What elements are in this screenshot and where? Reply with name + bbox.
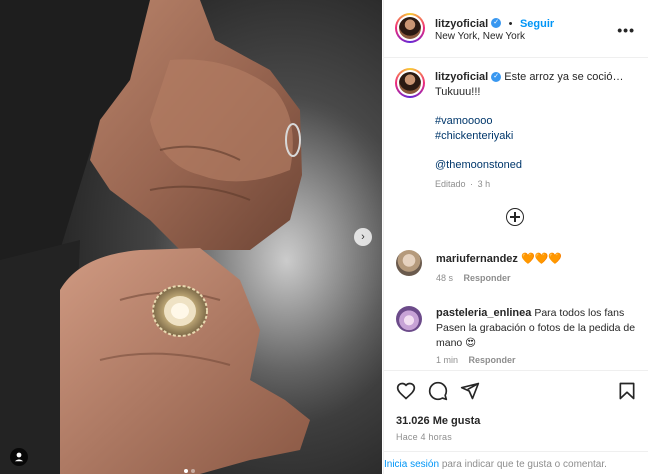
comment-username[interactable]: mariufernandez — [436, 253, 518, 265]
caption-time: 3 h — [477, 179, 491, 189]
chevron-right-icon: › — [361, 231, 365, 243]
reply-button[interactable]: Responder — [469, 355, 516, 365]
photo-hands-with-ring — [0, 0, 382, 474]
caption-avatar[interactable] — [395, 68, 425, 98]
carousel-next-button[interactable]: › — [354, 228, 372, 246]
post-photo[interactable]: › — [0, 0, 382, 474]
comment-avatar[interactable] — [396, 250, 422, 276]
mention-link[interactable]: @themoonstoned — [435, 158, 635, 173]
engagement-ring — [152, 285, 208, 337]
comment-icon[interactable] — [428, 381, 448, 401]
verified-badge-icon: ✓ — [491, 72, 502, 83]
comment-time: 48 s — [436, 273, 454, 283]
login-link[interactable]: Inicia sesión — [384, 459, 439, 470]
carousel-dot-active — [184, 469, 188, 473]
comment-meta: 1 min Responder — [436, 355, 516, 365]
avatar[interactable] — [395, 13, 425, 43]
user-tag-button[interactable] — [10, 448, 28, 466]
carousel-dots — [184, 460, 198, 474]
post-timestamp: Hace 4 horas — [396, 432, 452, 442]
comment-meta: 48 s Responder — [436, 273, 511, 283]
heart-icon[interactable] — [396, 381, 416, 401]
separator-dot: • — [508, 18, 513, 30]
hashtag-link[interactable]: #vamooooo — [435, 114, 635, 129]
comment-time: 1 min — [436, 355, 459, 365]
bookmark-icon[interactable] — [617, 381, 637, 401]
comment-username[interactable]: pasteleria_enlinea — [436, 307, 531, 319]
comment-text: 🧡🧡🧡 — [520, 253, 563, 265]
login-prompt-bar: Inicia sesión para indicar que te gusta … — [384, 451, 648, 476]
reply-button[interactable]: Responder — [464, 273, 511, 283]
user-icon — [14, 452, 24, 462]
more-options-icon[interactable]: ••• — [617, 22, 635, 38]
edited-label: Editado — [435, 179, 466, 189]
load-more-comments-button[interactable] — [506, 208, 524, 226]
caption: litzyoficial ✓ Este arroz ya se coció… Tu… — [435, 70, 635, 189]
follow-button[interactable]: Seguir — [520, 18, 554, 30]
post-header: litzyoficial ✓ • Seguir New York, New Yor… — [384, 0, 648, 58]
carousel-dot — [191, 469, 195, 473]
comments-section: litzyoficial ✓ Este arroz ya se coció… Tu… — [384, 58, 648, 370]
post-actions: 31.026 Me gusta Hace 4 horas Inicia sesi… — [384, 370, 648, 475]
comment-avatar[interactable] — [396, 306, 422, 332]
likes-count[interactable]: 31.026 Me gusta — [396, 415, 480, 427]
hashtag-link[interactable]: #chickenteriyaki — [435, 129, 635, 144]
post-details-panel: litzyoficial ✓ • Seguir New York, New Yor… — [383, 0, 648, 474]
post-username[interactable]: litzyoficial — [435, 18, 488, 30]
login-prompt-text: para indicar que te gusta o comentar. — [441, 459, 607, 470]
verified-badge-icon: ✓ — [491, 17, 502, 28]
caption-meta: Editado · 3 h — [435, 179, 491, 189]
share-icon[interactable] — [460, 381, 480, 401]
post-location[interactable]: New York, New York — [435, 31, 525, 42]
caption-username[interactable]: litzyoficial — [435, 71, 488, 83]
